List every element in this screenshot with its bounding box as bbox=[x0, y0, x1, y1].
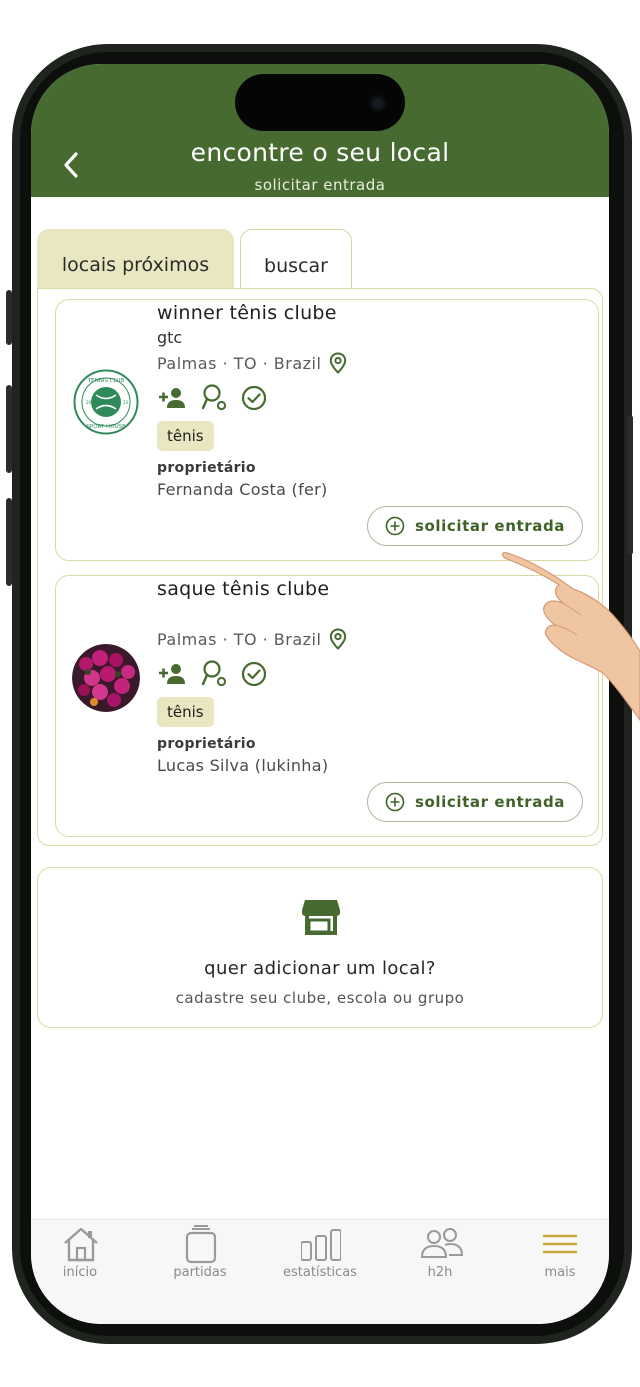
logo-text-bottom: SPORT HOUSE bbox=[86, 424, 126, 430]
plus-circle-icon bbox=[385, 792, 405, 812]
request-entry-button[interactable]: solicitar entrada bbox=[367, 506, 583, 546]
nav-item-estatisticas[interactable]: estatísticas bbox=[265, 1220, 375, 1290]
side-button bbox=[6, 290, 12, 345]
owner-label: proprietário bbox=[157, 736, 256, 752]
logo-text-top: TENNIS CLUB bbox=[87, 378, 125, 384]
map-pin-icon bbox=[330, 352, 347, 374]
check-circle-icon bbox=[241, 385, 267, 411]
club-location-text: Palmas · TO · Brazil bbox=[157, 353, 322, 373]
add-local-card[interactable]: quer adicionar um local? cadastre seu cl… bbox=[37, 867, 603, 1028]
side-button bbox=[627, 415, 633, 555]
map-pin-icon bbox=[330, 628, 347, 650]
tennis-racket-icon bbox=[201, 660, 227, 687]
add-member-icon bbox=[159, 664, 185, 684]
nav-label: estatísticas bbox=[283, 1265, 357, 1280]
plus-circle-icon bbox=[385, 516, 405, 536]
club-card: TENNIS CLUB SPORT HOUSE 20 23 winner tên… bbox=[55, 299, 599, 561]
add-local-title: quer adicionar um local? bbox=[204, 958, 436, 979]
nav-item-inicio[interactable]: início bbox=[31, 1220, 135, 1290]
stats-icon bbox=[301, 1229, 341, 1261]
header-bar: encontre o seu local solicitar entrada bbox=[31, 64, 609, 197]
request-entry-label: solicitar entrada bbox=[414, 793, 566, 811]
club-photo bbox=[72, 644, 140, 712]
tab-nearby-locations[interactable]: locais próximos bbox=[37, 229, 234, 288]
club-name: winner tênis clube bbox=[157, 302, 337, 324]
menu-icon bbox=[543, 1234, 577, 1254]
store-icon bbox=[302, 900, 340, 935]
owner-name: Fernanda Costa (fer) bbox=[157, 480, 328, 499]
club-features bbox=[157, 384, 267, 412]
side-button bbox=[6, 385, 12, 473]
club-logo: TENNIS CLUB SPORT HOUSE 20 23 bbox=[72, 368, 140, 436]
nav-label: mais bbox=[544, 1265, 576, 1280]
nav-item-h2h[interactable]: h2h bbox=[385, 1220, 495, 1290]
club-location: Palmas · TO · Brazil bbox=[157, 628, 347, 650]
pointing-hand-icon bbox=[501, 552, 640, 722]
add-member-icon bbox=[159, 388, 185, 408]
tab-search[interactable]: buscar bbox=[240, 229, 352, 288]
nav-label: partidas bbox=[173, 1265, 227, 1280]
sport-tag: tênis bbox=[157, 421, 214, 451]
side-button bbox=[6, 498, 12, 586]
check-circle-icon bbox=[241, 661, 267, 687]
club-name: saque tênis clube bbox=[157, 578, 330, 600]
request-entry-button[interactable]: solicitar entrada bbox=[367, 782, 583, 822]
owner-name: Lucas Silva (lukinha) bbox=[157, 756, 329, 775]
partidas-icon bbox=[185, 1225, 217, 1264]
people-icon bbox=[421, 1228, 463, 1258]
nav-label: início bbox=[62, 1265, 98, 1280]
svg-text:23: 23 bbox=[123, 400, 129, 405]
home-icon bbox=[64, 1227, 98, 1262]
nav-item-mais[interactable]: mais bbox=[505, 1220, 609, 1290]
club-location-text: Palmas · TO · Brazil bbox=[157, 629, 322, 649]
nav-label: h2h bbox=[427, 1265, 453, 1280]
request-entry-label: solicitar entrada bbox=[414, 517, 566, 535]
bottom-navigation: início partidas estatísticas h2h mais bbox=[31, 1219, 609, 1324]
nav-item-partidas[interactable]: partidas bbox=[145, 1220, 255, 1290]
owner-label: proprietário bbox=[157, 460, 256, 476]
page-title: encontre o seu local bbox=[190, 138, 450, 167]
dynamic-island bbox=[235, 74, 405, 131]
club-location: Palmas · TO · Brazil bbox=[157, 352, 347, 374]
club-features bbox=[157, 660, 267, 688]
camera-icon bbox=[369, 95, 386, 112]
tennis-racket-icon bbox=[201, 384, 227, 411]
club-abbreviation: gtc bbox=[157, 328, 183, 347]
add-local-subtitle: cadastre seu clube, escola ou grupo bbox=[175, 989, 465, 1007]
svg-text:20: 20 bbox=[86, 400, 92, 405]
sport-tag: tênis bbox=[157, 697, 214, 727]
page-subtitle: solicitar entrada bbox=[254, 176, 386, 194]
